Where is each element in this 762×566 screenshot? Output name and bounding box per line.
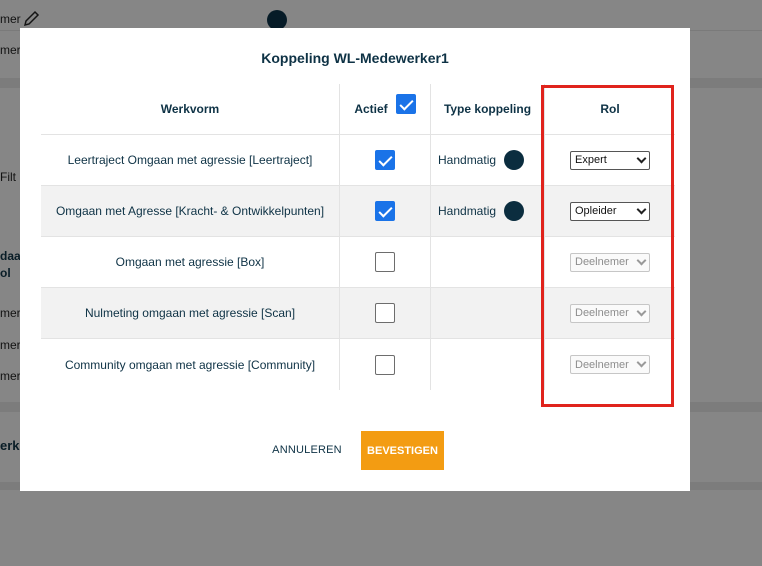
werkvorm-cell: Community omgaan met agressie [Community… bbox=[41, 339, 340, 390]
werkvorm-cell: Nulmeting omgaan met agressie [Scan] bbox=[41, 288, 340, 338]
header-actief: Actief bbox=[340, 84, 431, 134]
status-dot-icon bbox=[504, 201, 525, 221]
actief-checkbox[interactable] bbox=[375, 303, 395, 323]
actief-cell bbox=[340, 339, 431, 390]
type-label: Handmatig bbox=[438, 153, 497, 167]
select-all-checkbox[interactable] bbox=[395, 94, 416, 114]
actief-cell bbox=[340, 186, 431, 236]
werkvorm-cell: Leertraject Omgaan met agressie [Leertra… bbox=[41, 135, 340, 185]
cancel-button[interactable]: ANNULEREN bbox=[260, 430, 354, 470]
status-dot-icon bbox=[504, 150, 525, 170]
type-cell bbox=[431, 339, 545, 390]
type-cell bbox=[431, 237, 545, 287]
actief-checkbox[interactable] bbox=[375, 354, 395, 375]
rol-column-highlight bbox=[541, 85, 674, 407]
actief-checkbox[interactable] bbox=[375, 252, 395, 272]
confirm-button[interactable]: BEVESTIGEN bbox=[361, 431, 444, 470]
type-cell: Handmatig bbox=[431, 135, 545, 185]
actief-checkbox[interactable] bbox=[375, 150, 395, 170]
actief-cell bbox=[340, 135, 431, 185]
header-actief-label: Actief bbox=[354, 102, 388, 116]
werkvorm-cell: Omgaan met agressie [Box] bbox=[41, 237, 340, 287]
type-cell: Handmatig bbox=[431, 186, 545, 236]
type-cell bbox=[431, 288, 545, 338]
actief-checkbox[interactable] bbox=[375, 201, 395, 221]
dialog-title: Koppeling WL-Medewerker1 bbox=[261, 50, 449, 66]
actief-cell bbox=[340, 288, 431, 338]
werkvorm-cell: Omgaan met Agresse [Kracht- & Ontwikkelp… bbox=[41, 186, 340, 236]
header-type-koppeling: Type koppeling bbox=[431, 84, 545, 134]
actief-cell bbox=[340, 237, 431, 287]
header-werkvorm: Werkvorm bbox=[41, 84, 340, 134]
type-label: Handmatig bbox=[438, 204, 497, 218]
